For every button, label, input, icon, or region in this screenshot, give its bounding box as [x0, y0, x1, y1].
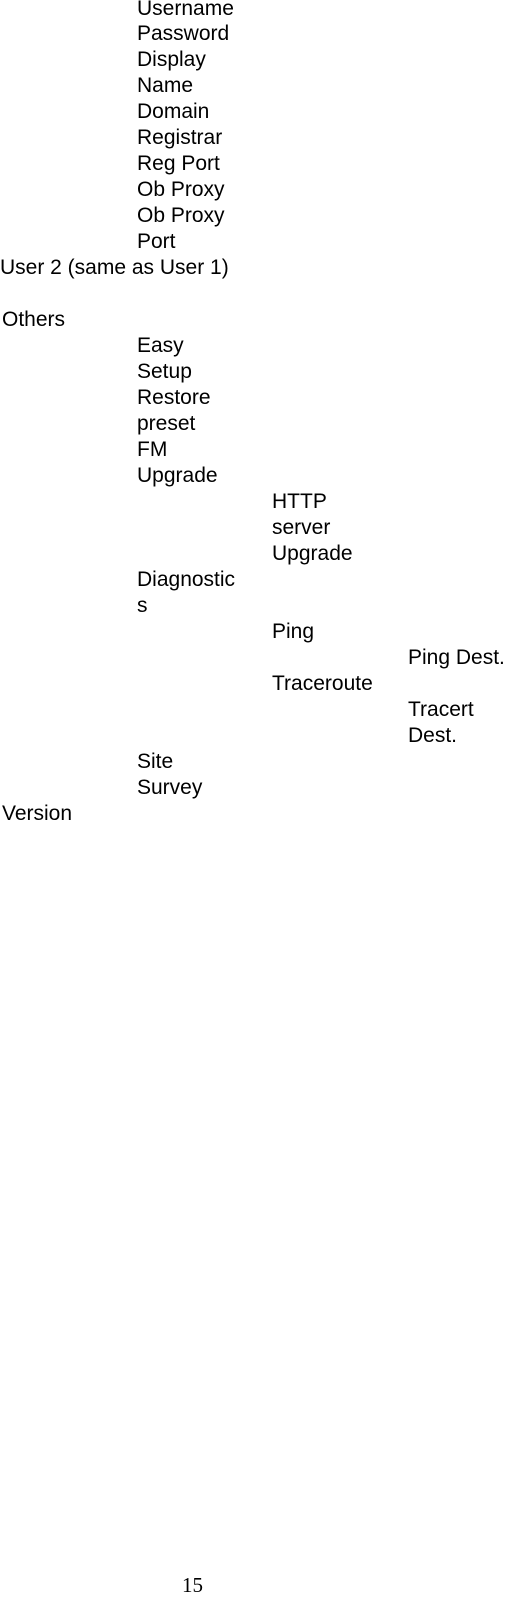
item-tracert-dest-line2: Dest.	[408, 724, 458, 747]
item-fm-upgrade-line2: Upgrade	[137, 464, 218, 487]
page-number: 15	[182, 1573, 203, 1597]
item-site-survey-line2: Survey	[137, 776, 203, 799]
heading-others: Others	[2, 308, 66, 331]
item-domain: Domain	[137, 100, 210, 123]
item-username: Username	[137, 0, 234, 20]
item-ob-proxy-port-line2: Port	[137, 230, 176, 253]
item-reg-port: Reg Port	[137, 152, 220, 175]
item-diagnostics-line2: s	[137, 594, 148, 617]
item-display-name-line1: Display	[137, 48, 206, 71]
heading-version: Version	[2, 802, 73, 825]
item-easy-setup-line2: Setup	[137, 360, 192, 383]
item-display-name-line2: Name	[137, 74, 194, 97]
item-http-upgrade-line3: Upgrade	[272, 542, 353, 565]
item-http-upgrade-line2: server	[272, 516, 331, 539]
item-ob-proxy-port-line1: Ob Proxy	[137, 204, 225, 227]
item-restore-preset-line1: Restore	[137, 386, 211, 409]
item-user2: User 2 (same as User 1)	[0, 256, 229, 279]
item-http-upgrade-line1: HTTP	[272, 490, 327, 513]
item-site-survey-line1: Site	[137, 750, 174, 773]
item-diagnostics-line1: Diagnostic	[137, 568, 236, 591]
item-traceroute: Traceroute	[272, 672, 373, 695]
item-registrar: Registrar	[137, 126, 223, 149]
item-easy-setup-line1: Easy	[137, 334, 184, 357]
item-tracert-dest-line1: Tracert	[408, 698, 474, 721]
item-password: Password	[137, 22, 230, 45]
item-ob-proxy: Ob Proxy	[137, 178, 225, 201]
item-ping-dest: Ping Dest.	[408, 646, 505, 669]
item-ping: Ping	[272, 620, 315, 643]
item-restore-preset-line2: preset	[137, 412, 196, 435]
item-fm-upgrade-line1: FM	[137, 438, 168, 461]
